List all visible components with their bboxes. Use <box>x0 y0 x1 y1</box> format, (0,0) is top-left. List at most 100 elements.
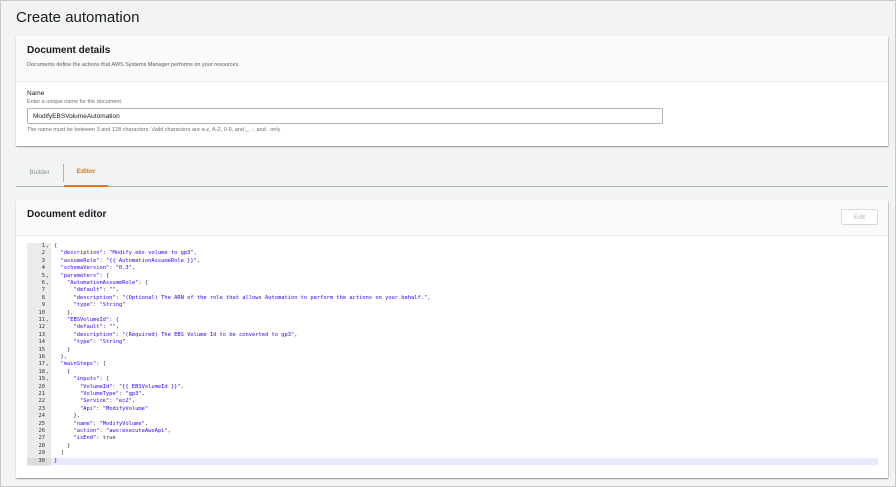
document-details-header: Document details Documents define the ac… <box>16 36 888 82</box>
fold-arrow-icon[interactable]: ▾ <box>46 361 48 368</box>
code-line: 25 "name": "ModifyVolume", <box>27 421 878 428</box>
code-text: "name": "ModifyVolume", <box>73 420 149 427</box>
code-line: 4 "schemaVersion": "0.3", <box>27 265 878 272</box>
code-text: } <box>54 346 71 353</box>
document-editor-panel: Document editor Edit 1 ▾{2 "description":… <box>16 200 888 478</box>
code-text: } <box>54 457 58 464</box>
code-text: "description": "Modify ebs volume to gp3… <box>60 250 197 257</box>
code-text: "VolumeId": "{{ EBSVolumeId }}", <box>79 383 184 390</box>
code-text: "description": "(Required) The EBS Volum… <box>73 331 298 338</box>
code-line: 10 }, <box>27 310 878 317</box>
code-text: }, <box>54 354 67 360</box>
line-number: 1 <box>41 243 45 249</box>
line-number: 26 <box>38 428 46 434</box>
code-line: 26 "action": "aws:executeAwsApi", <box>27 428 878 435</box>
line-number: 22 <box>38 398 46 405</box>
code-text: }, <box>54 413 80 420</box>
line-number: 16 <box>38 354 46 360</box>
line-number: 30 <box>27 457 51 465</box>
code-line: 18 ▾ { <box>27 369 878 376</box>
tab-builder[interactable]: Builder <box>16 158 63 187</box>
line-number: 11 <box>38 317 46 323</box>
document-details-description: Documents define the actions that AWS Sy… <box>27 62 240 68</box>
code-line: 2 "description": "Modify ebs volume to g… <box>27 250 878 257</box>
code-line: 27 "isEnd": true <box>27 435 878 442</box>
code-line: 29 ] <box>27 450 878 457</box>
edit-button[interactable]: Edit <box>841 209 878 225</box>
code-line: 6 ▾ "AutomationAssumeRole": { <box>27 280 878 287</box>
name-description: Enter a unique name for the document. <box>27 99 123 105</box>
code-text: "type": "String" <box>73 339 126 346</box>
code-text: } <box>54 442 71 449</box>
code-line: 3 "assumeRole": "{{ AutomationAssumeRole… <box>27 258 878 265</box>
line-number: 27 <box>38 435 46 442</box>
code-line: 12 "default": "", <box>27 324 878 331</box>
code-line: 16 }, <box>27 354 878 361</box>
document-details-heading: Document details <box>27 45 111 56</box>
line-number: 6 <box>41 280 45 286</box>
line-number: 8 <box>41 294 45 301</box>
code-line: 14 "type": "String" <box>27 339 878 346</box>
line-number: 12 <box>38 324 46 331</box>
line-number: 20 <box>38 383 46 390</box>
code-text: { <box>54 368 71 375</box>
code-text: "type": "String" <box>73 302 126 309</box>
fold-arrow-icon[interactable]: ▾ <box>46 376 48 383</box>
code-text: "default": "", <box>73 287 119 294</box>
code-line: 13 "description": "(Required) The EBS Vo… <box>27 332 878 339</box>
code-text: "mainSteps": [ <box>60 361 106 368</box>
fold-arrow-icon[interactable]: ▾ <box>46 273 48 280</box>
fold-arrow-icon[interactable]: ▾ <box>46 369 48 376</box>
document-editor-header: Document editor Edit <box>16 200 888 236</box>
code-text: "inputs": { <box>73 376 110 383</box>
line-number: 13 <box>38 331 46 338</box>
document-name-input[interactable] <box>27 108 663 124</box>
code-line: 15 } <box>27 347 878 354</box>
line-number: 24 <box>38 413 46 420</box>
code-line: 21 "VolumeType": "gp3", <box>27 391 878 398</box>
line-number: 2 <box>41 250 45 257</box>
line-number: 3 <box>41 257 45 264</box>
line-number: 18 <box>38 368 46 375</box>
code-text: ] <box>54 450 64 457</box>
code-line: 8 "description": "(Optional) The ARN of … <box>27 295 878 302</box>
tab-editor[interactable]: Editor <box>64 158 108 187</box>
code-text: }, <box>54 309 74 316</box>
line-number: 4 <box>41 265 45 272</box>
code-line: 7 "default": "", <box>27 287 878 294</box>
line-number: 29 <box>38 450 46 457</box>
code-line: 23 "Api": "ModifyVolume" <box>27 406 878 413</box>
code-line: 17 ▾ "mainSteps": [ <box>27 361 878 368</box>
line-number: 19 <box>38 376 46 383</box>
document-editor-heading: Document editor <box>27 209 107 220</box>
code-text: "parameters": { <box>60 272 110 279</box>
code-text: "AutomationAssumeRole": { <box>66 280 149 286</box>
code-editor[interactable]: 1 ▾{2 "description": "Modify ebs volume t… <box>27 243 878 466</box>
line-number: 25 <box>38 420 46 427</box>
fold-arrow-icon[interactable]: ▾ <box>46 243 48 250</box>
line-number: 17 <box>38 361 46 368</box>
code-line: 28 } <box>27 443 878 450</box>
editor-tabs: Builder Editor <box>16 158 888 187</box>
code-line: 11 ▾ "EBSVolumeId": { <box>27 317 878 324</box>
line-number: 15 <box>38 346 46 353</box>
code-text: "isEnd": true <box>73 435 116 442</box>
line-number: 23 <box>38 405 46 412</box>
code-line: 30} <box>27 457 878 465</box>
code-line: 19 ▾ "inputs": { <box>27 376 878 383</box>
page-title: Create automation <box>16 9 140 26</box>
line-number: 9 <box>41 302 45 309</box>
fold-arrow-icon[interactable]: ▾ <box>46 317 48 324</box>
code-text: "action": "aws:executeAwsApi", <box>73 428 171 434</box>
code-text: { <box>54 243 58 249</box>
line-number: 21 <box>38 391 46 397</box>
code-line: 9 "type": "String" <box>27 302 878 309</box>
document-details-panel: Document details Documents define the ac… <box>16 36 888 146</box>
code-line: 22 "Service": "ec2", <box>27 398 878 405</box>
code-text: "description": "(Optional) The ARN of th… <box>73 294 431 301</box>
line-number: 14 <box>38 339 46 346</box>
code-text: "Service": "ec2", <box>79 398 136 405</box>
fold-arrow-icon[interactable]: ▾ <box>46 280 48 287</box>
code-line: 5 ▾ "parameters": { <box>27 273 878 280</box>
name-constraint-text: The name must be between 3 and 128 chara… <box>27 127 281 133</box>
